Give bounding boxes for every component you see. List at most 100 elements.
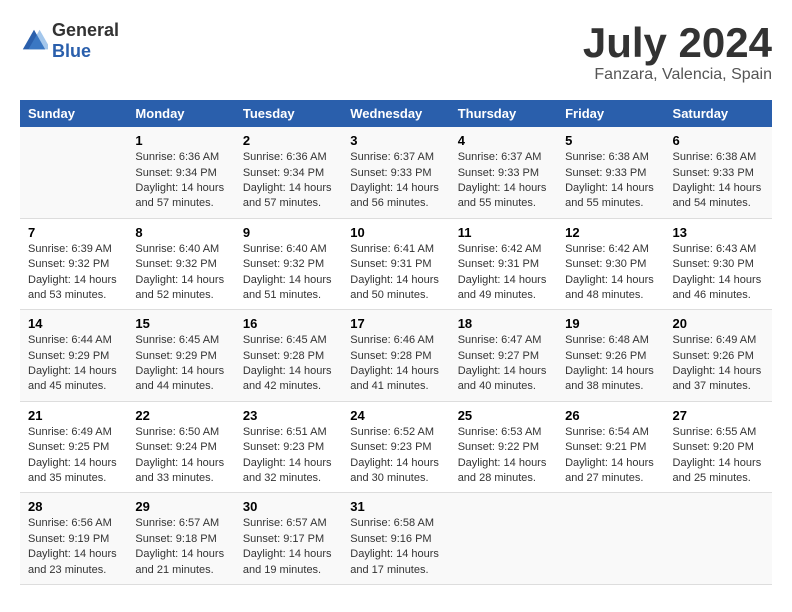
calendar-cell: 21Sunrise: 6:49 AM Sunset: 9:25 PM Dayli… [20,401,127,493]
calendar-cell: 29Sunrise: 6:57 AM Sunset: 9:18 PM Dayli… [127,493,234,585]
main-title: July 2024 [583,20,772,66]
day-header-tuesday: Tuesday [235,100,342,127]
day-info: Sunrise: 6:55 AM Sunset: 9:20 PM Dayligh… [673,425,764,487]
day-info: Sunrise: 6:42 AM Sunset: 9:30 PM Dayligh… [565,242,656,304]
day-info: Sunrise: 6:38 AM Sunset: 9:33 PM Dayligh… [673,150,764,212]
day-number: 2 [243,133,334,148]
calendar-cell: 17Sunrise: 6:46 AM Sunset: 9:28 PM Dayli… [342,310,449,402]
day-number: 21 [28,408,119,423]
calendar-cell: 19 Sunrise: 6:48 AM Sunset: 9:26 PM Dayli… [557,310,664,402]
day-info: Sunrise: 6:40 AM Sunset: 9:32 PM Dayligh… [243,242,334,304]
logo-blue: Blue [52,41,91,61]
day-number: 24 [350,408,441,423]
calendar-cell: 14 Sunrise: 6:44 AM Sunset: 9:29 PM Dayli… [20,310,127,402]
calendar-cell [557,493,664,585]
calendar-cell: 4 Sunrise: 6:37 AM Sunset: 9:33 PM Daylig… [450,127,557,218]
calendar-cell: 3Sunrise: 6:37 AM Sunset: 9:33 PM Daylig… [342,127,449,218]
day-info: Sunrise: 6:36 AM Sunset: 9:34 PM Dayligh… [135,150,226,212]
day-info: Sunrise: 6:54 AM Sunset: 9:21 PM Dayligh… [565,425,656,487]
logo-icon [20,27,48,55]
calendar-cell: 30 Sunrise: 6:57 AM Sunset: 9:17 PM Dayli… [235,493,342,585]
day-number: 26 [565,408,656,423]
day-info: Sunrise: 6:37 AM Sunset: 9:33 PM Dayligh… [350,150,441,212]
calendar-cell: 13Sunrise: 6:43 AM Sunset: 9:30 PM Dayli… [665,218,772,310]
day-info: Sunrise: 6:45 AM Sunset: 9:29 PM Dayligh… [135,333,226,395]
calendar-cell: 27 Sunrise: 6:55 AM Sunset: 9:20 PM Dayli… [665,401,772,493]
day-number: 7 [28,225,119,240]
day-header-saturday: Saturday [665,100,772,127]
day-number: 20 [673,316,764,331]
day-number: 1 [135,133,226,148]
day-number: 16 [243,316,334,331]
calendar-cell [450,493,557,585]
day-info: Sunrise: 6:53 AM Sunset: 9:22 PM Dayligh… [458,425,549,487]
day-number: 29 [135,499,226,514]
day-number: 28 [28,499,119,514]
calendar-cell [665,493,772,585]
day-number: 6 [673,133,764,148]
day-info: Sunrise: 6:48 AM Sunset: 9:26 PM Dayligh… [565,333,656,395]
day-info: Sunrise: 6:51 AM Sunset: 9:23 PM Dayligh… [243,425,334,487]
calendar-cell: 9 Sunrise: 6:40 AM Sunset: 9:32 PM Daylig… [235,218,342,310]
day-number: 27 [673,408,764,423]
day-info: Sunrise: 6:37 AM Sunset: 9:33 PM Dayligh… [458,150,549,212]
day-number: 30 [243,499,334,514]
logo: General Blue [20,20,119,62]
day-number: 14 [28,316,119,331]
day-number: 9 [243,225,334,240]
week-row-1: 1 Sunrise: 6:36 AM Sunset: 9:34 PM Daylig… [20,127,772,218]
day-number: 13 [673,225,764,240]
logo-general: General [52,20,119,40]
calendar-cell: 23Sunrise: 6:51 AM Sunset: 9:23 PM Dayli… [235,401,342,493]
calendar-cell: 22 Sunrise: 6:50 AM Sunset: 9:24 PM Dayli… [127,401,234,493]
day-info: Sunrise: 6:47 AM Sunset: 9:27 PM Dayligh… [458,333,549,395]
day-number: 25 [458,408,549,423]
day-number: 11 [458,225,549,240]
calendar-cell: 18 Sunrise: 6:47 AM Sunset: 9:27 PM Dayli… [450,310,557,402]
calendar-cell: 11 Sunrise: 6:42 AM Sunset: 9:31 PM Dayli… [450,218,557,310]
day-info: Sunrise: 6:46 AM Sunset: 9:28 PM Dayligh… [350,333,441,395]
calendar-cell: 8 Sunrise: 6:40 AM Sunset: 9:32 PM Daylig… [127,218,234,310]
calendar-cell: 2 Sunrise: 6:36 AM Sunset: 9:34 PM Daylig… [235,127,342,218]
calendar-cell [20,127,127,218]
day-number: 18 [458,316,549,331]
day-info: Sunrise: 6:42 AM Sunset: 9:31 PM Dayligh… [458,242,549,304]
day-info: Sunrise: 6:45 AM Sunset: 9:28 PM Dayligh… [243,333,334,395]
day-header-wednesday: Wednesday [342,100,449,127]
subtitle: Fanzara, Valencia, Spain [583,66,772,84]
day-info: Sunrise: 6:44 AM Sunset: 9:29 PM Dayligh… [28,333,119,395]
day-number: 22 [135,408,226,423]
day-header-monday: Monday [127,100,234,127]
day-info: Sunrise: 6:57 AM Sunset: 9:17 PM Dayligh… [243,516,334,578]
day-info: Sunrise: 6:56 AM Sunset: 9:19 PM Dayligh… [28,516,119,578]
calendar-cell: 31Sunrise: 6:58 AM Sunset: 9:16 PM Dayli… [342,493,449,585]
calendar-cell: 28 Sunrise: 6:56 AM Sunset: 9:19 PM Dayli… [20,493,127,585]
day-info: Sunrise: 6:50 AM Sunset: 9:24 PM Dayligh… [135,425,226,487]
calendar-cell: 12 Sunrise: 6:42 AM Sunset: 9:30 PM Dayli… [557,218,664,310]
calendar-cell: 20Sunrise: 6:49 AM Sunset: 9:26 PM Dayli… [665,310,772,402]
week-row-5: 28 Sunrise: 6:56 AM Sunset: 9:19 PM Dayli… [20,493,772,585]
calendar-cell: 6 Sunrise: 6:38 AM Sunset: 9:33 PM Daylig… [665,127,772,218]
days-header-row: SundayMondayTuesdayWednesdayThursdayFrid… [20,100,772,127]
calendar-cell: 26 Sunrise: 6:54 AM Sunset: 9:21 PM Dayli… [557,401,664,493]
calendar-cell: 10Sunrise: 6:41 AM Sunset: 9:31 PM Dayli… [342,218,449,310]
day-info: Sunrise: 6:36 AM Sunset: 9:34 PM Dayligh… [243,150,334,212]
day-number: 19 [565,316,656,331]
page-header: General Blue July 2024 Fanzara, Valencia… [20,20,772,84]
day-info: Sunrise: 6:40 AM Sunset: 9:32 PM Dayligh… [135,242,226,304]
calendar-cell: 1 Sunrise: 6:36 AM Sunset: 9:34 PM Daylig… [127,127,234,218]
day-number: 4 [458,133,549,148]
day-number: 31 [350,499,441,514]
day-header-thursday: Thursday [450,100,557,127]
day-number: 8 [135,225,226,240]
calendar-table: SundayMondayTuesdayWednesdayThursdayFrid… [20,100,772,585]
day-number: 15 [135,316,226,331]
week-row-3: 14 Sunrise: 6:44 AM Sunset: 9:29 PM Dayli… [20,310,772,402]
day-info: Sunrise: 6:41 AM Sunset: 9:31 PM Dayligh… [350,242,441,304]
calendar-cell: 25 Sunrise: 6:53 AM Sunset: 9:22 PM Dayli… [450,401,557,493]
day-number: 12 [565,225,656,240]
calendar-cell: 24Sunrise: 6:52 AM Sunset: 9:23 PM Dayli… [342,401,449,493]
week-row-4: 21Sunrise: 6:49 AM Sunset: 9:25 PM Dayli… [20,401,772,493]
title-block: July 2024 Fanzara, Valencia, Spain [583,20,772,84]
day-header-sunday: Sunday [20,100,127,127]
